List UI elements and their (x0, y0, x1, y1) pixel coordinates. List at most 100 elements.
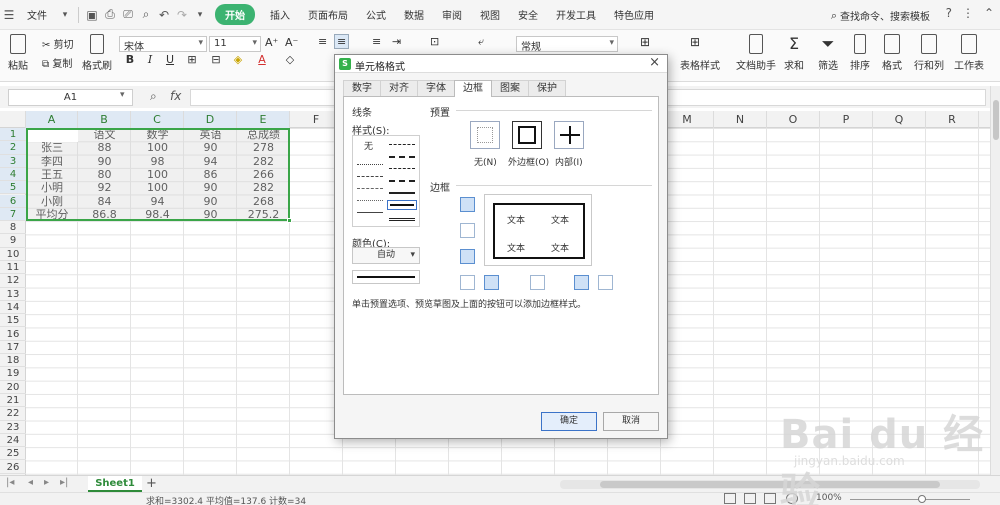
column-header[interactable]: N (714, 111, 767, 128)
scrollbar-thumb[interactable] (993, 100, 999, 140)
line-style-double[interactable] (389, 218, 415, 221)
dialog-tab-1[interactable]: 对齐 (380, 80, 418, 96)
column-header[interactable]: E (237, 111, 290, 128)
row-header[interactable]: 10 (0, 248, 26, 261)
sort-button[interactable]: 排序 (850, 34, 870, 72)
align-top-icon[interactable]: ≡ (318, 35, 327, 48)
first-sheet-icon[interactable]: |◂ (6, 477, 14, 488)
doc-helper-button[interactable]: 文档助手 (736, 34, 776, 72)
column-header[interactable]: M (661, 111, 714, 128)
row-header[interactable]: 11 (0, 261, 26, 275)
row-header[interactable]: 14 (0, 301, 26, 315)
line-style-dash-dot[interactable] (357, 188, 383, 189)
copy-button[interactable]: ⧉ 复制 (42, 55, 72, 70)
number-format-select[interactable]: 常规 (516, 36, 618, 53)
fill-handle[interactable] (287, 218, 292, 224)
dialog-tab-5[interactable]: 保护 (528, 80, 566, 96)
line-style-medium-dashdot[interactable] (389, 156, 415, 158)
border-icon[interactable]: ⊞ (184, 53, 200, 69)
preset-outline-button[interactable] (512, 121, 542, 149)
column-header[interactable]: B (78, 111, 131, 128)
sum-button[interactable]: Σ 求和 (784, 34, 804, 72)
row-header[interactable]: 2 (0, 141, 26, 155)
dialog-tab-4[interactable]: 图案 (491, 80, 529, 96)
row-header[interactable]: 12 (0, 274, 26, 288)
align-bottom-icon[interactable]: ≡ (372, 35, 381, 48)
row-header[interactable]: 15 (0, 314, 26, 328)
row-header[interactable]: 18 (0, 354, 26, 368)
line-style-medium-dashed[interactable] (389, 180, 415, 182)
clear-icon[interactable]: ◇ (282, 53, 298, 69)
row-header[interactable]: 26 (0, 461, 26, 474)
row-header[interactable]: 24 (0, 434, 26, 448)
border-center-button[interactable] (530, 275, 545, 290)
dialog-tab-0[interactable]: 数字 (343, 80, 381, 96)
row-header[interactable]: 9 (0, 234, 26, 248)
border-top-button[interactable] (460, 197, 475, 212)
border-middle-button[interactable] (460, 223, 475, 238)
next-sheet-icon[interactable]: ▸ (44, 477, 49, 488)
fill-color-icon[interactable]: ◈ (230, 53, 246, 69)
dialog-titlebar[interactable]: S 单元格格式 × (335, 55, 667, 73)
tab-menu-2[interactable]: 页面布局 (299, 7, 357, 22)
line-style-selected[interactable] (387, 200, 417, 210)
merge-icon[interactable]: ⊟ (208, 53, 224, 69)
last-sheet-icon[interactable]: ▸| (60, 477, 68, 488)
border-left-button[interactable] (484, 275, 499, 290)
row-header[interactable]: 6 (0, 194, 26, 208)
row-header[interactable]: 25 (0, 447, 26, 461)
line-style-dash-dot-dot[interactable] (389, 144, 415, 145)
row-header[interactable]: 4 (0, 167, 26, 182)
line-style-fine-dot[interactable] (357, 200, 383, 201)
format-painter-button[interactable]: 格式刷 (82, 34, 112, 72)
underline-icon[interactable]: U (162, 53, 178, 69)
worksheet-button[interactable]: 工作表 (954, 34, 984, 72)
export-icon[interactable]: ⎙ (101, 6, 119, 24)
border-bottom-button[interactable] (460, 249, 475, 264)
column-header[interactable]: A (26, 111, 78, 128)
page-layout-view-icon[interactable] (744, 493, 756, 504)
paste-button[interactable]: 粘贴 (8, 34, 28, 72)
undo-icon[interactable]: ↶ (155, 6, 173, 24)
row-header[interactable]: 17 (0, 341, 26, 355)
conditional-format-icon[interactable]: ⊞ (640, 35, 650, 49)
prev-sheet-icon[interactable]: ◂ (28, 477, 33, 488)
column-header[interactable]: P (820, 111, 873, 128)
chevron-down-icon[interactable]: ▾ (120, 90, 125, 100)
ok-button[interactable]: 确定 (541, 412, 597, 431)
row-header[interactable]: 1 (0, 128, 26, 142)
more-icon[interactable]: ▾ (191, 6, 209, 24)
row-header[interactable]: 20 (0, 381, 26, 394)
normal-view-icon[interactable] (724, 493, 736, 504)
hamburger-icon[interactable]: ☰ (0, 6, 18, 24)
line-style-thin[interactable] (357, 212, 383, 213)
filter-button[interactable]: ⏷ 筛选 (818, 34, 838, 72)
tab-menu-8[interactable]: 开发工具 (547, 7, 605, 22)
print-preview-icon[interactable]: ⌕ (137, 6, 155, 24)
add-sheet-icon[interactable]: + (146, 476, 157, 491)
line-style-dashdot-2[interactable] (389, 168, 415, 169)
row-header[interactable]: 3 (0, 154, 26, 168)
preset-inside-button[interactable] (554, 121, 584, 149)
tab-menu-9[interactable]: 特色应用 (605, 7, 663, 22)
align-middle-icon[interactable]: ≡ (334, 34, 350, 49)
row-col-button[interactable]: 行和列 (914, 34, 944, 72)
line-style-dotted[interactable] (357, 164, 383, 165)
help-icon[interactable]: ? (946, 6, 952, 20)
wrap-text-icon[interactable]: ⤶ (478, 35, 484, 49)
style-none[interactable]: 无 (364, 139, 373, 152)
vertical-scrollbar[interactable] (990, 86, 1000, 475)
row-header[interactable]: 23 (0, 421, 26, 434)
tab-sheet1[interactable]: Sheet1 (88, 476, 142, 492)
tab-menu-5[interactable]: 审阅 (433, 7, 471, 22)
save-icon[interactable]: ▣ (83, 6, 101, 24)
color-select[interactable]: 自动 (352, 247, 420, 264)
row-header[interactable]: 16 (0, 328, 26, 341)
border-right-button[interactable] (574, 275, 589, 290)
border-preview[interactable]: 文本 文本 文本 文本 (484, 194, 592, 266)
command-search[interactable]: ⌕ 查找命令、搜索模板 (831, 8, 930, 24)
dialog-tab-2[interactable]: 字体 (417, 80, 455, 96)
cancel-button[interactable]: 取消 (603, 412, 659, 431)
font-size-select[interactable]: 11 (209, 36, 261, 52)
redo-icon[interactable]: ↷ (173, 6, 191, 24)
